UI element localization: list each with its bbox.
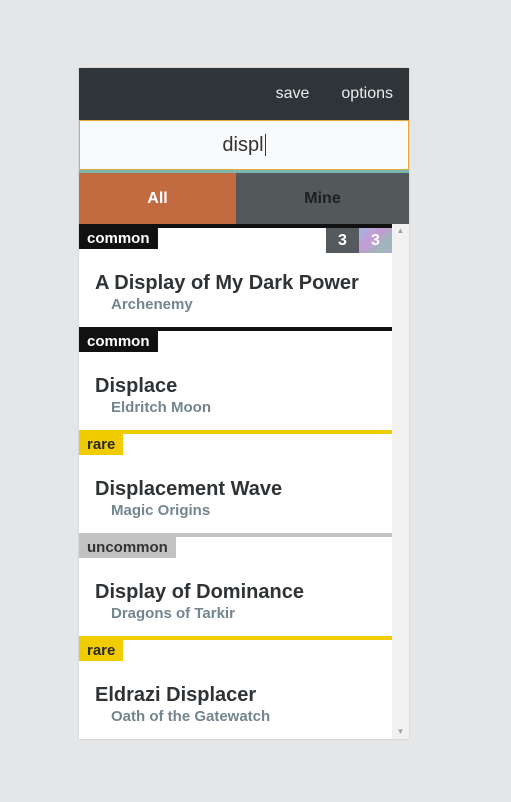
- regular-count-badge[interactable]: 3: [326, 228, 359, 253]
- scrollbar[interactable]: ▲ ▼: [392, 224, 409, 739]
- list-item[interactable]: common 3 3 A Display of My Dark Power Ar…: [79, 224, 392, 327]
- card-name: A Display of My Dark Power: [95, 272, 359, 294]
- tab-all[interactable]: All: [79, 173, 236, 224]
- card-set: Archenemy: [111, 296, 193, 313]
- list-item[interactable]: rare Eldrazi Displacer Oath of the Gatew…: [79, 636, 392, 739]
- top-toolbar: save options: [79, 68, 409, 120]
- search-input-value: displ: [222, 133, 264, 156]
- card-name: Display of Dominance: [95, 581, 304, 603]
- results-list[interactable]: common 3 3 A Display of My Dark Power Ar…: [79, 224, 409, 739]
- card-name: Eldrazi Displacer: [95, 684, 257, 706]
- rarity-badge: common: [79, 331, 158, 352]
- scroll-down-icon[interactable]: ▼: [392, 725, 409, 739]
- foil-count-badge[interactable]: 3: [359, 228, 392, 253]
- save-button[interactable]: save: [276, 85, 310, 103]
- filter-tabs: All Mine: [79, 173, 409, 224]
- card-search-panel: save options displ All Mine common 3 3 A…: [79, 68, 409, 739]
- list-item[interactable]: common Displace Eldritch Moon: [79, 327, 392, 430]
- options-button[interactable]: options: [341, 85, 393, 103]
- rarity-badge: rare: [79, 640, 124, 661]
- list-item[interactable]: rare Displacement Wave Magic Origins: [79, 430, 392, 533]
- card-set: Oath of the Gatewatch: [111, 708, 271, 725]
- card-set: Magic Origins: [111, 502, 211, 519]
- card-set: Eldritch Moon: [111, 399, 211, 416]
- scroll-up-icon[interactable]: ▲: [392, 224, 409, 238]
- card-name: Displacement Wave: [95, 478, 283, 500]
- rarity-badge: uncommon: [79, 537, 176, 558]
- text-caret: [264, 134, 266, 156]
- rarity-badge: rare: [79, 434, 124, 455]
- tab-mine[interactable]: Mine: [236, 173, 409, 224]
- card-set: Dragons of Tarkir: [111, 605, 235, 622]
- list-item[interactable]: uncommon Display of Dominance Dragons of…: [79, 533, 392, 636]
- rarity-badge: common: [79, 228, 158, 249]
- search-input[interactable]: displ: [79, 120, 409, 170]
- card-name: Displace: [95, 375, 178, 397]
- owned-counts: 3 3: [326, 228, 392, 253]
